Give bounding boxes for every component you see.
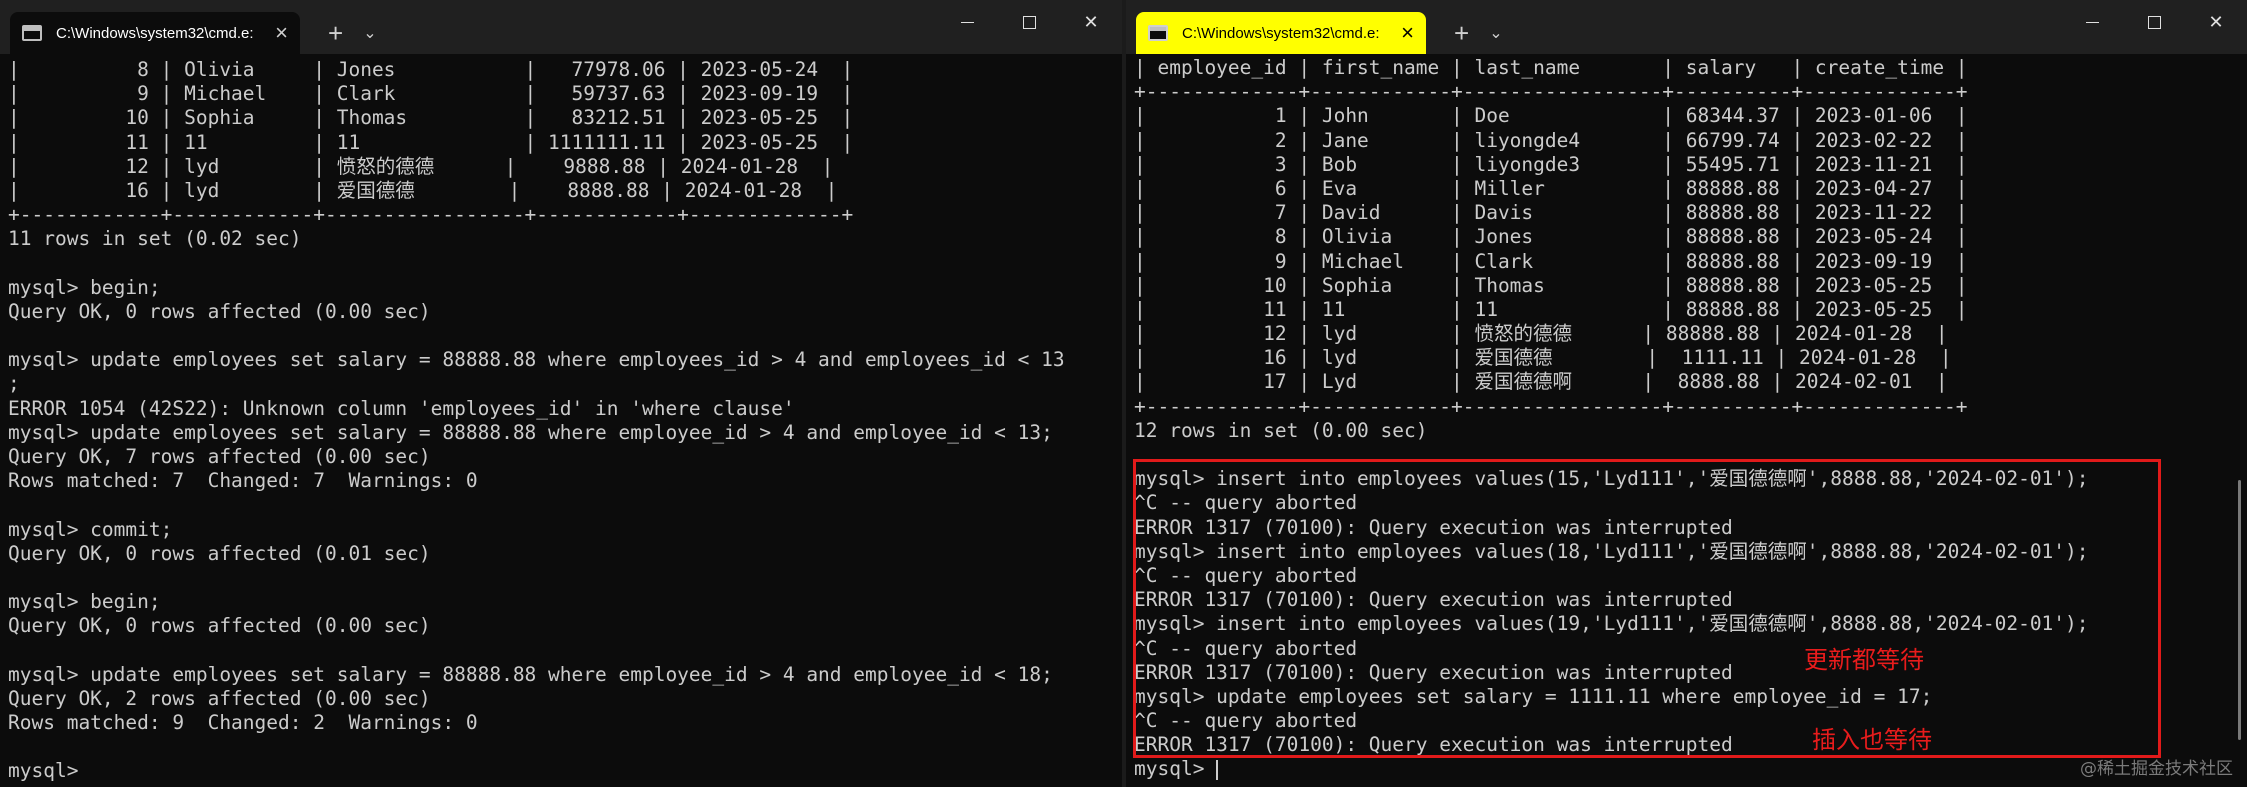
annotation-update-wait: 更新都等待: [1804, 646, 1924, 674]
console-line: +-------------+------------+------------…: [1134, 394, 1968, 418]
terminal-icon: [22, 25, 42, 41]
console-line: | 10 | Sophia | Thomas | 88888.88 | 2023…: [1134, 273, 1968, 297]
tab-dropdown-chevron-icon[interactable]: ⌄: [1489, 12, 1502, 54]
console-line: | 11 | 11 | 11 | 1111111.11 | 2023-05-25…: [8, 130, 854, 154]
close-tab-icon[interactable]: ×: [275, 22, 288, 44]
console-line: | 1 | John | Doe | 68344.37 | 2023-01-06…: [1134, 104, 1968, 128]
cmd-window-right[interactable]: C:\Windows\system32\cmd.e: × + ⌄ ✕ | emp…: [1126, 0, 2247, 787]
console-line: | 2 | Jane | liyongde4 | 66799.74 | 2023…: [1134, 128, 1968, 152]
console-line: mysql> update employees set salary = 888…: [8, 420, 1053, 444]
console-line: ^C -- query aborted: [1134, 563, 1358, 587]
console-line: | 9 | Michael | Clark | 59737.63 | 2023-…: [8, 82, 854, 106]
window-controls: ✕: [936, 0, 1122, 44]
console-line: | 16 | lyd | 爱国德德 | 8888.88 | 2024-01-28…: [8, 178, 838, 202]
console-line: | 6 | Eva | Miller | 88888.88 | 2023-04-…: [1134, 176, 1968, 200]
tab-dropdown-chevron-icon[interactable]: ⌄: [363, 12, 376, 54]
console-line: | 12 | lyd | 愤怒的德德 | 9888.88 | 2024-01-2…: [8, 154, 834, 178]
console-line: mysql> insert into employees values(15,'…: [1134, 467, 2089, 491]
cmd-window-left[interactable]: C:\Windows\system32\cmd.e: × + ⌄ ✕ | 8 |…: [0, 0, 1122, 787]
close-window-button[interactable]: ✕: [1060, 0, 1122, 44]
console-line: mysql>: [8, 759, 79, 783]
close-window-button[interactable]: ✕: [2185, 0, 2247, 44]
console-line: | 17 | Lyd | 爱国德德啊 | 8888.88 | 2024-02-0…: [1134, 370, 1948, 394]
console-line: Query OK, 7 rows affected (0.00 sec): [8, 445, 431, 468]
console-line: Query OK, 0 rows affected (0.00 sec): [8, 614, 431, 638]
console-line: +------------+------------+-------------…: [8, 203, 854, 227]
console-line: ERROR 1317 (70100): Query execution was …: [1134, 515, 1733, 539]
console-line: | 9 | Michael | Clark | 88888.88 | 2023-…: [1134, 249, 1968, 273]
tab-title: C:\Windows\system32\cmd.e:: [1182, 24, 1380, 42]
console-line: ERROR 1054 (42S22): Unknown column 'empl…: [8, 396, 795, 420]
minimize-button[interactable]: [2061, 0, 2123, 44]
scrollbar-thumb[interactable]: [2238, 480, 2241, 740]
console-output[interactable]: | 8 | Olivia | Jones | 77978.06 | 2023-0…: [8, 58, 1122, 787]
console-line: 12 rows in set (0.00 sec): [1134, 418, 1428, 442]
console-line: ^C -- query aborted: [1134, 636, 1358, 660]
desktop: C:\Windows\system32\cmd.e: × + ⌄ ✕ | 8 |…: [0, 0, 2247, 787]
console-line: 11 rows in set (0.02 sec): [8, 227, 302, 251]
title-bar[interactable]: C:\Windows\system32\cmd.e: × + ⌄ ✕: [0, 0, 1122, 54]
maximize-button[interactable]: [2123, 0, 2185, 44]
annotation-insert-wait: 插入也等待: [1812, 726, 1932, 754]
maximize-button[interactable]: [998, 0, 1060, 44]
console-line: Rows matched: 9 Changed: 2 Warnings: 0: [8, 711, 478, 735]
console-line: ERROR 1317 (70100): Query execution was …: [1134, 660, 1733, 684]
console-line: mysql> update employees set salary = 888…: [8, 662, 1053, 686]
terminal-icon: [1148, 25, 1168, 41]
tab-cmd-left[interactable]: C:\Windows\system32\cmd.e: ×: [10, 12, 300, 54]
console-line: mysql> begin;: [8, 590, 161, 614]
console-line: | 8 | Olivia | Jones | 77978.06 | 2023-0…: [8, 58, 854, 81]
console-line: | 11 | 11 | 11 | 88888.88 | 2023-05-25 |: [1134, 297, 1968, 321]
console-line: mysql> begin;: [8, 275, 161, 299]
title-bar[interactable]: C:\Windows\system32\cmd.e: × + ⌄ ✕: [1126, 0, 2247, 54]
console-line: | 8 | Olivia | Jones | 88888.88 | 2023-0…: [1134, 225, 1968, 249]
console-line: ERROR 1317 (70100): Query execution was …: [1134, 588, 1733, 612]
window-controls: ✕: [2061, 0, 2247, 44]
console-line: | 3 | Bob | liyongde3 | 55495.71 | 2023-…: [1134, 152, 1968, 176]
console-line: mysql> commit;: [8, 517, 173, 541]
console-line: ;: [8, 372, 20, 396]
console-line: | 12 | lyd | 愤怒的德德 | 88888.88 | 2024-01-…: [1134, 322, 1948, 346]
console-line: mysql> insert into employees values(19,'…: [1134, 612, 2089, 636]
console-line: Rows matched: 7 Changed: 7 Warnings: 0: [8, 469, 478, 493]
watermark: @稀土掘金技术社区: [2080, 759, 2233, 779]
console-line: | 16 | lyd | 爱国德德 | 1111.11 | 2024-01-28…: [1134, 346, 1952, 370]
console-line: | 10 | Sophia | Thomas | 83212.51 | 2023…: [8, 106, 854, 130]
console-line: +-------------+------------+------------…: [1134, 80, 1968, 104]
console-line: mysql> update employees set salary = 111…: [1134, 684, 1933, 708]
minimize-button[interactable]: [936, 0, 998, 44]
console-line: ^C -- query aborted: [1134, 491, 1358, 515]
console-line: mysql> update employees set salary = 888…: [8, 348, 1065, 372]
tab-cmd-right[interactable]: C:\Windows\system32\cmd.e: ×: [1136, 12, 1426, 54]
console-line: Query OK, 0 rows affected (0.00 sec): [8, 299, 431, 323]
console-line: mysql> insert into employees values(18,'…: [1134, 539, 2089, 563]
tab-title: C:\Windows\system32\cmd.e:: [56, 24, 254, 42]
console-line: Query OK, 0 rows affected (0.01 sec): [8, 541, 431, 565]
console-line: | employee_id | first_name | last_name |…: [1134, 56, 1968, 79]
new-tab-button[interactable]: +: [328, 12, 343, 54]
text-cursor: [1216, 759, 1219, 780]
console-line: | 7 | David | Davis | 88888.88 | 2023-11…: [1134, 201, 1968, 225]
console-line: ^C -- query aborted: [1134, 709, 1358, 733]
console-line: Query OK, 2 rows affected (0.00 sec): [8, 686, 431, 710]
console-output[interactable]: | employee_id | first_name | last_name |…: [1134, 56, 2247, 787]
new-tab-button[interactable]: +: [1454, 12, 1469, 54]
close-tab-icon[interactable]: ×: [1401, 22, 1414, 44]
